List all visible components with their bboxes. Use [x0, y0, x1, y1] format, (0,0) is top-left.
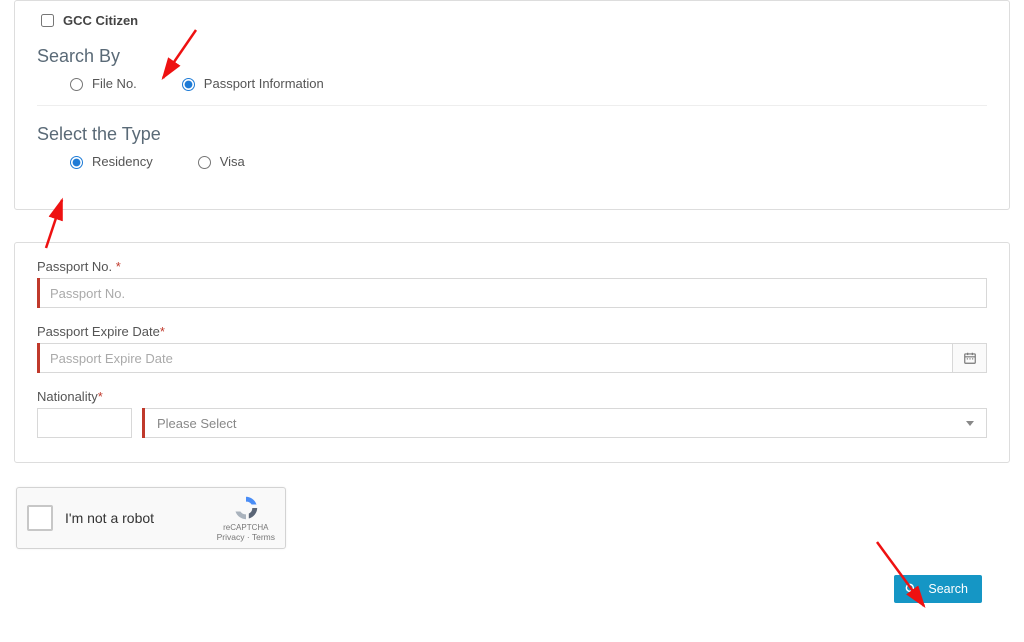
required-mark: *	[116, 259, 121, 274]
gcc-citizen-label[interactable]: GCC Citizen	[63, 13, 138, 28]
recaptcha-widget: I'm not a robot reCAPTCHA Privacy · Term…	[16, 487, 286, 549]
passport-no-label: Passport No. *	[37, 259, 987, 274]
passport-form-panel: Passport No. * Passport Expire Date*	[14, 242, 1010, 463]
chevron-down-icon	[966, 421, 974, 426]
required-mark: *	[160, 324, 165, 339]
passport-expire-field-group: Passport Expire Date*	[37, 324, 987, 373]
search-button-label: Search	[928, 582, 968, 596]
visa-label[interactable]: Visa	[220, 154, 245, 169]
passport-expire-label: Passport Expire Date*	[37, 324, 987, 339]
recaptcha-checkbox[interactable]	[27, 505, 53, 531]
passport-expire-date-input[interactable]	[40, 343, 953, 373]
residency-label[interactable]: Residency	[92, 154, 153, 169]
recaptcha-links[interactable]: Privacy · Terms	[217, 532, 275, 542]
date-picker-button[interactable]	[953, 343, 987, 373]
passport-info-radio[interactable]	[182, 78, 195, 91]
recaptcha-logo-icon	[231, 494, 261, 522]
visa-radio[interactable]	[198, 156, 211, 169]
recaptcha-label: I'm not a robot	[65, 510, 217, 526]
passport-no-field-group: Passport No. *	[37, 259, 987, 308]
search-icon	[904, 582, 918, 596]
residency-radio[interactable]	[70, 156, 83, 169]
nationality-flag-box	[37, 408, 132, 438]
select-type-radio-group: Residency Visa	[65, 153, 987, 169]
nationality-select[interactable]: Please Select	[145, 408, 987, 438]
search-by-title: Search By	[37, 46, 987, 67]
passport-no-input[interactable]	[40, 278, 987, 308]
passport-info-label[interactable]: Passport Information	[204, 76, 324, 91]
required-mark: *	[98, 389, 103, 404]
search-button[interactable]: Search	[894, 575, 982, 603]
calendar-icon	[963, 351, 977, 365]
nationality-field-group: Nationality* Please Select	[37, 389, 987, 438]
divider	[37, 105, 987, 106]
gcc-citizen-row: GCC Citizen	[37, 11, 987, 30]
file-no-label[interactable]: File No.	[92, 76, 137, 91]
file-no-radio[interactable]	[70, 78, 83, 91]
search-options-panel: GCC Citizen Search By File No. Passport …	[14, 0, 1010, 210]
gcc-citizen-checkbox[interactable]	[41, 14, 54, 27]
nationality-select-placeholder: Please Select	[157, 416, 237, 431]
recaptcha-brand: reCAPTCHA	[217, 523, 275, 533]
search-by-radio-group: File No. Passport Information	[65, 75, 987, 91]
nationality-label: Nationality*	[37, 389, 987, 404]
recaptcha-brand-block: reCAPTCHA Privacy · Terms	[217, 494, 275, 543]
search-button-row: Search	[0, 549, 1024, 603]
select-type-title: Select the Type	[37, 124, 987, 145]
